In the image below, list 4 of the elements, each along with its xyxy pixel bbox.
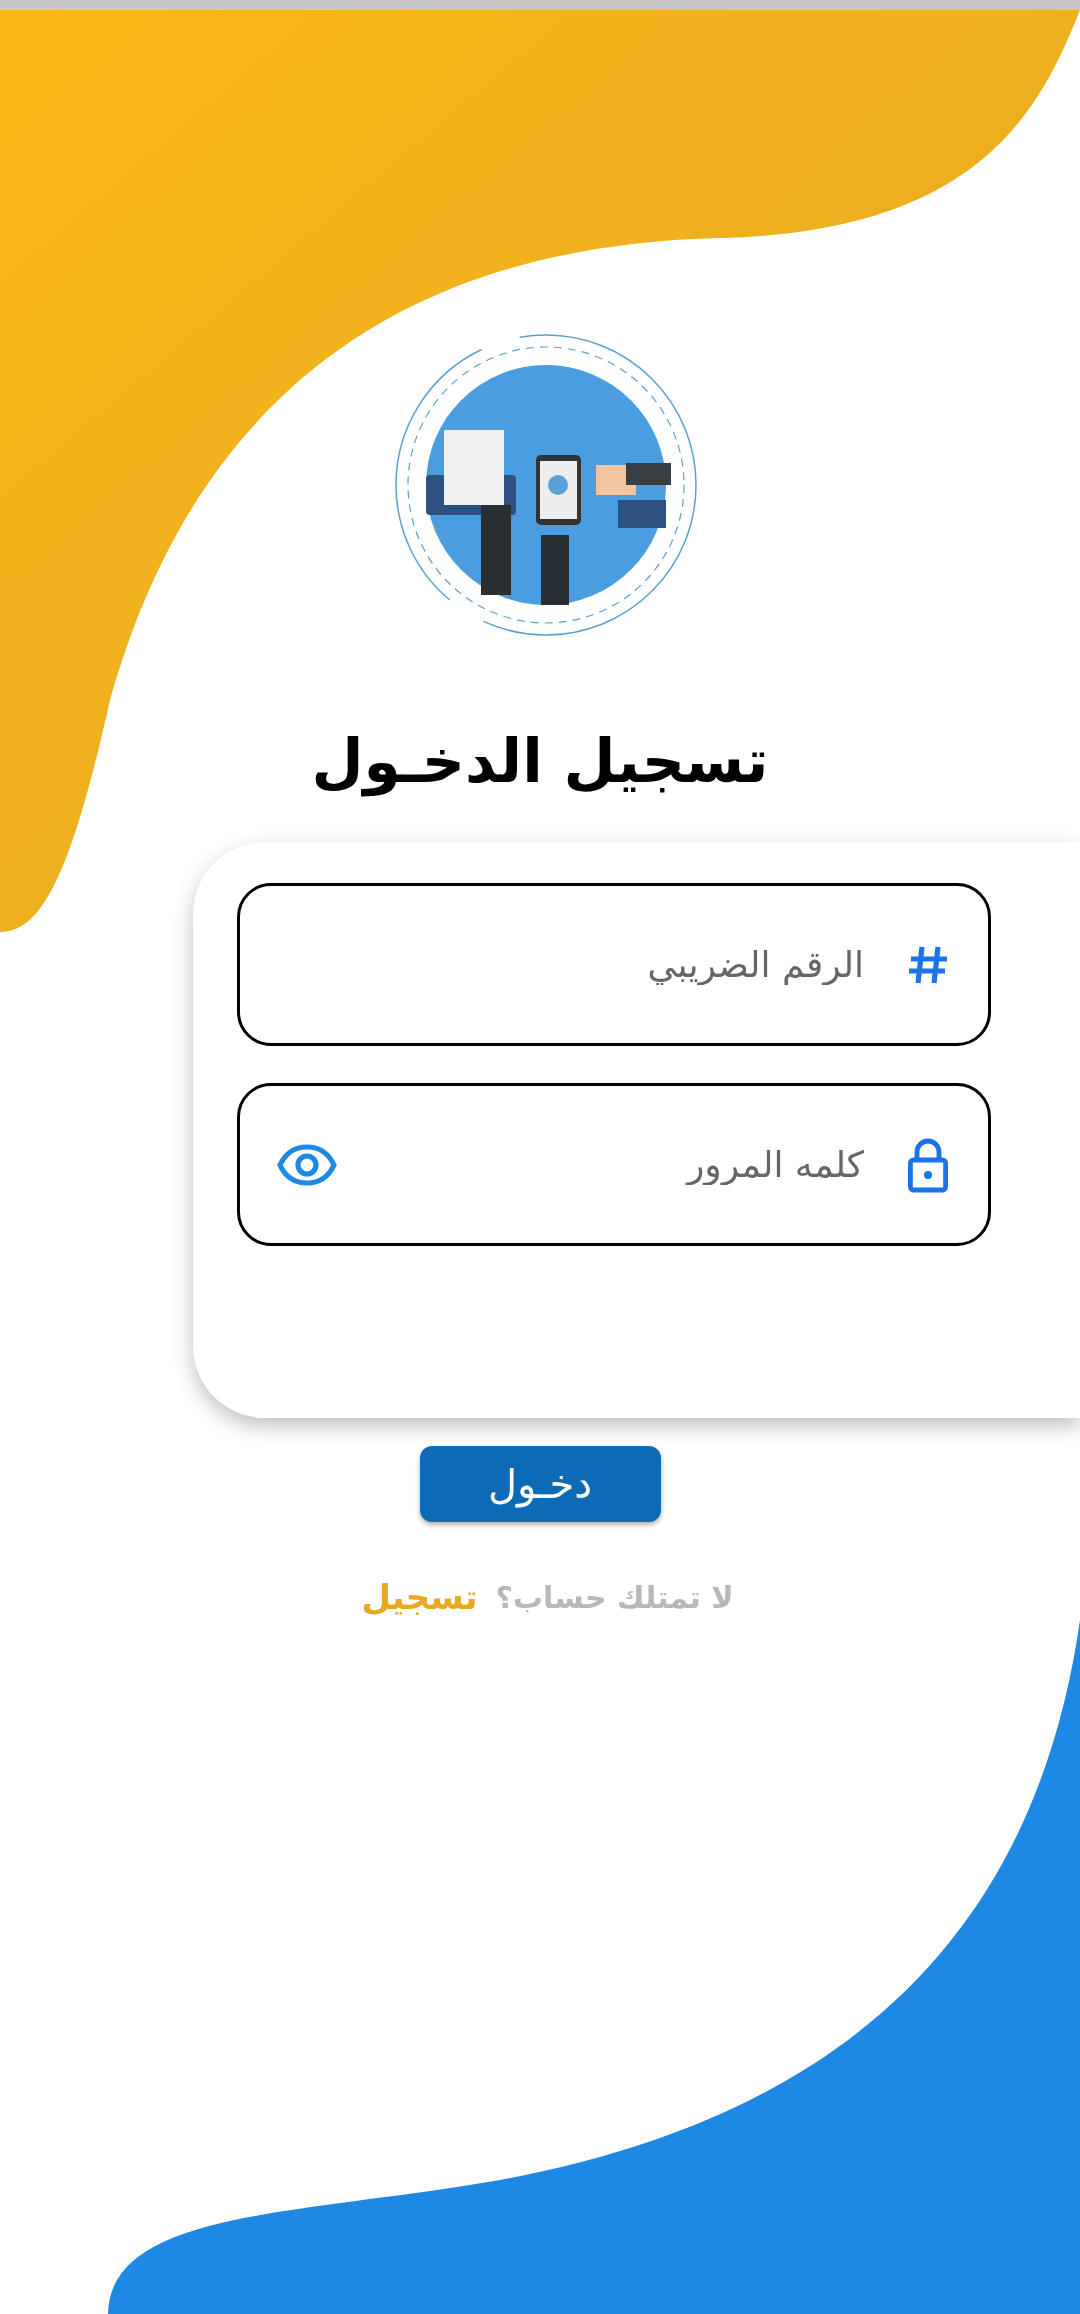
signup-prompt: لا تمتلك حساب؟ — [495, 1579, 734, 1617]
eye-icon[interactable] — [276, 1142, 338, 1187]
page-title: تسجيل الدخـول — [311, 725, 769, 799]
login-button[interactable]: دخـول — [419, 1446, 661, 1522]
